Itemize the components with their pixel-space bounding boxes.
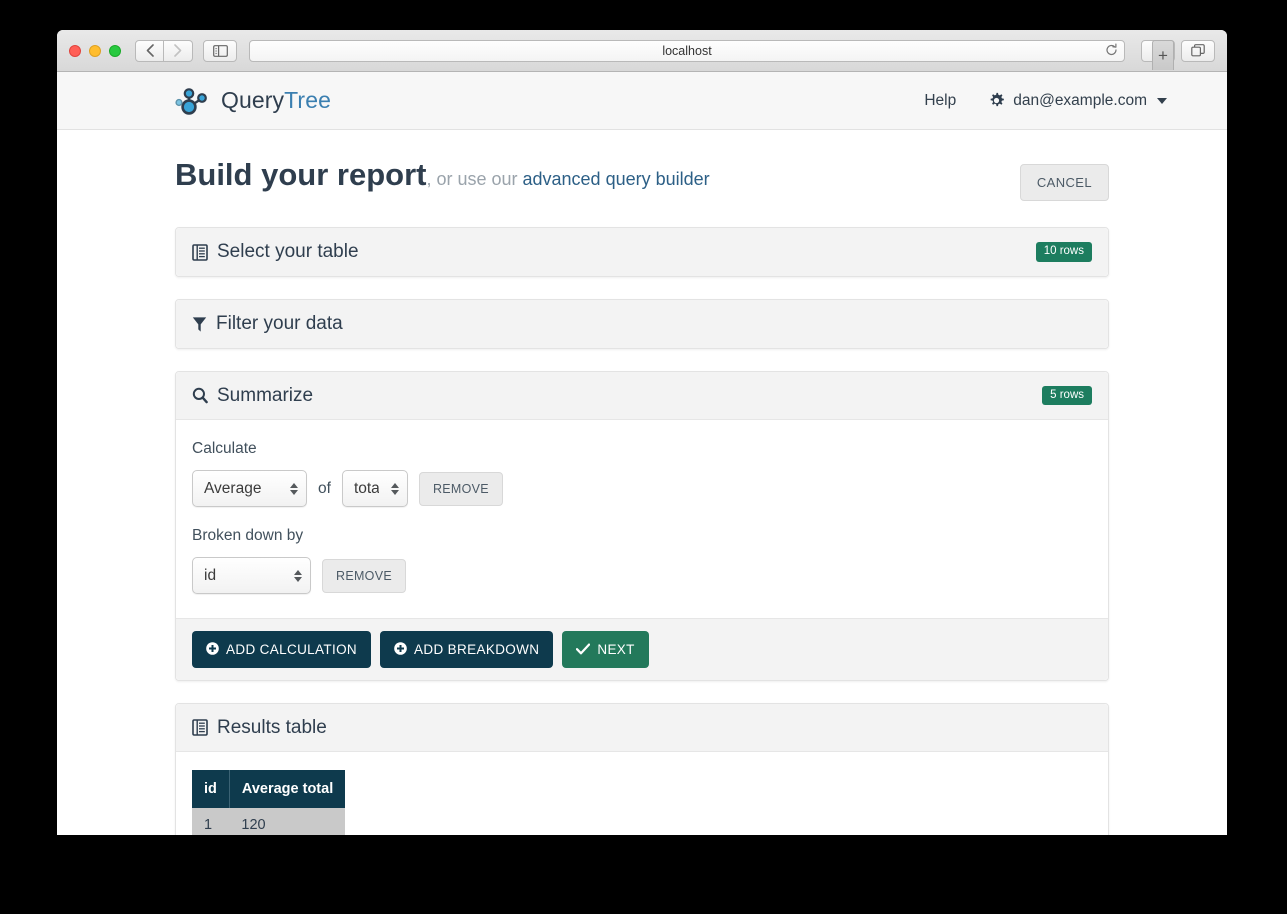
calculate-label: Calculate — [192, 440, 257, 457]
add-breakdown-label: ADD BREAKDOWN — [414, 642, 540, 657]
plus-circle-icon — [206, 642, 219, 657]
funnel-icon — [192, 316, 207, 333]
of-label: of — [318, 479, 331, 497]
gear-icon — [990, 92, 1005, 107]
chevron-right-icon — [174, 44, 182, 57]
breakdown-row: id REMOVE — [192, 557, 1092, 594]
address-bar[interactable]: localhost — [249, 39, 1125, 62]
main-content: Build your report, or use our advanced q… — [57, 130, 1227, 835]
remove-calculation-button[interactable]: REMOVE — [418, 471, 503, 506]
page-title-muted: , or use our — [426, 169, 523, 189]
sidebar-icon — [212, 44, 228, 57]
results-title-group: Results table — [192, 717, 327, 739]
remove-breakdown-button[interactable]: REMOVE — [322, 558, 406, 593]
results-data-table: idAverage total 11202160.5 — [192, 770, 346, 835]
browser-window: localhost QueryTree Help dan@example.com… — [57, 30, 1227, 835]
browser-toolbar: localhost — [57, 30, 1227, 72]
url-text: localhost — [662, 43, 712, 58]
brand-name: QueryTree — [221, 87, 331, 114]
results-table-title: Results table — [217, 716, 327, 738]
brand-query-text: Query — [221, 87, 285, 113]
window-controls — [69, 44, 121, 57]
table-icon — [192, 719, 208, 736]
tabs-icon — [1191, 44, 1205, 57]
calculation-row: Average of total REMOVE — [192, 470, 1092, 507]
page-content: QueryTree Help dan@example.com Build you… — [57, 72, 1227, 835]
table-cell: 120 — [229, 808, 346, 835]
check-icon — [576, 643, 591, 657]
chevron-left-icon — [146, 44, 154, 57]
calc-field-select[interactable]: total — [341, 470, 408, 507]
summarize-title: Summarize — [217, 384, 314, 406]
page-title-main: Build your report — [175, 157, 427, 192]
page-title: Build your report, or use our advanced q… — [175, 156, 710, 195]
table-icon — [192, 243, 208, 261]
close-window-button[interactable] — [69, 44, 81, 57]
plus-circle-icon — [394, 642, 407, 657]
add-calculation-label: ADD CALCULATION — [226, 642, 358, 657]
calc-function-select[interactable]: Average — [192, 470, 307, 507]
results-column-header: id — [192, 770, 230, 808]
results-thead: id Average total — [192, 770, 346, 808]
next-label: NEXT — [597, 642, 635, 657]
filter-title: Filter your data — [216, 313, 343, 334]
calc-field-select-wrap: total — [341, 470, 408, 507]
table-cell: 1 — [192, 808, 230, 835]
add-calculation-button[interactable]: ADD CALCULATION — [192, 631, 372, 668]
back-button[interactable] — [135, 39, 164, 62]
brand-logo[interactable]: QueryTree — [175, 86, 331, 116]
summarize-title-group: Summarize — [192, 385, 313, 407]
summarize-body: Calculate Average of total REMOVE Broken… — [176, 420, 1108, 618]
add-breakdown-button[interactable]: ADD BREAKDOWN — [380, 631, 554, 668]
account-email: dan@example.com — [1013, 91, 1147, 109]
title-row: Build your report, or use our advanced q… — [175, 130, 1109, 227]
cancel-button[interactable]: CANCEL — [1019, 164, 1109, 201]
new-tab-button[interactable]: + — [1152, 40, 1174, 70]
minimize-window-button[interactable] — [89, 44, 101, 57]
select-table-title-group: Select your table — [192, 241, 359, 263]
results-tbody: 11202160.5 — [192, 808, 346, 835]
header-nav: Help dan@example.com — [924, 92, 1167, 110]
results-column-header: Average total — [229, 770, 346, 808]
results-body: idAverage total 11202160.5 — [176, 752, 1108, 835]
select-table-title: Select your table — [217, 241, 359, 262]
app-header: QueryTree Help dan@example.com — [57, 72, 1227, 130]
panel-summarize: Summarize 5 rows Calculate Average of to… — [175, 371, 1109, 681]
results-table-header[interactable]: Results table — [176, 704, 1108, 752]
navigation-buttons — [135, 39, 193, 62]
breakdown-field-select[interactable]: id — [192, 557, 311, 594]
panel-filter-data: Filter your data — [175, 299, 1109, 349]
summarize-footer: ADD CALCULATION ADD BREAKDOWN NEXT — [176, 618, 1108, 680]
brand-tree-text: Tree — [284, 87, 331, 113]
breakdown-label: Broken down by — [192, 527, 304, 544]
reload-glyph — [1106, 43, 1117, 55]
select-table-header[interactable]: Select your table 10 rows — [176, 228, 1108, 276]
summarize-header[interactable]: Summarize 5 rows — [176, 372, 1108, 420]
show-tabs-button[interactable] — [1181, 39, 1215, 62]
forward-button[interactable] — [164, 39, 193, 62]
filter-title-group: Filter your data — [192, 313, 343, 335]
help-link[interactable]: Help — [924, 92, 956, 110]
calc-function-select-wrap: Average — [192, 470, 307, 507]
breakdown-field-select-wrap: id — [192, 557, 311, 594]
chevron-down-icon — [1157, 97, 1167, 104]
next-button[interactable]: NEXT — [562, 631, 649, 668]
panel-results-table: Results table idAverage total 11202160.5 — [175, 703, 1109, 835]
filter-data-header[interactable]: Filter your data — [176, 300, 1108, 348]
account-menu[interactable]: dan@example.com — [988, 92, 1167, 110]
table-row: 1 120 — [192, 808, 346, 835]
select-table-rows-badge: 10 rows — [1035, 242, 1092, 262]
maximize-window-button[interactable] — [109, 44, 121, 57]
advanced-query-builder-link[interactable]: advanced query builder — [523, 169, 710, 189]
panel-select-table: Select your table 10 rows — [175, 227, 1109, 277]
summarize-rows-badge: 5 rows — [1042, 385, 1092, 406]
reload-icon[interactable] — [1105, 43, 1118, 58]
results-header-row: id Average total — [192, 770, 346, 808]
sidebar-toggle-button[interactable] — [203, 39, 237, 62]
querytree-logo-icon — [175, 87, 207, 115]
search-icon — [192, 387, 208, 404]
